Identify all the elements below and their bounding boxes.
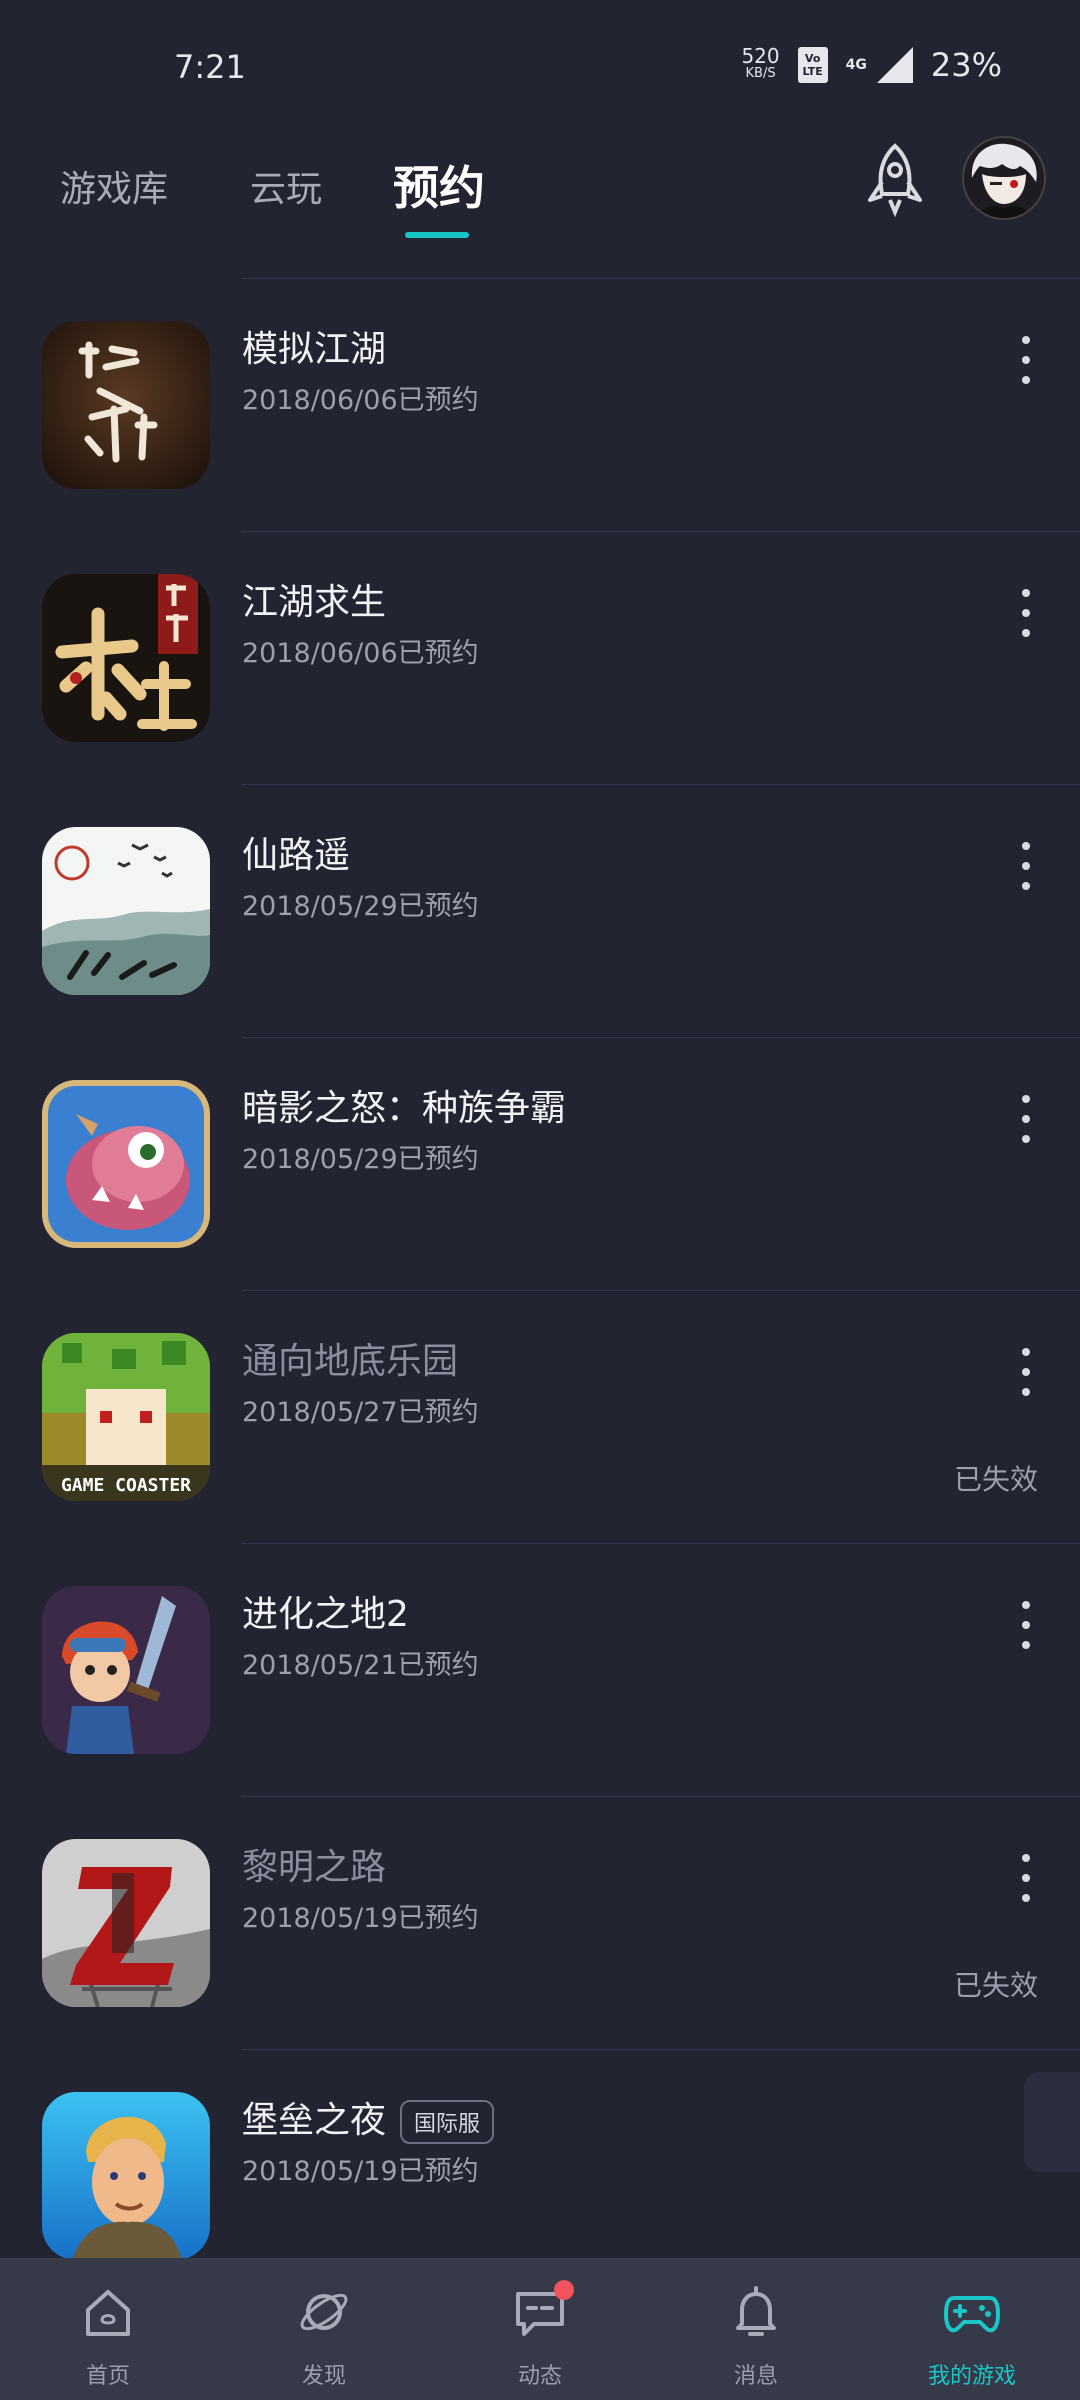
divider — [242, 1796, 1080, 1797]
nav-discover[interactable]: 发现 — [216, 2258, 432, 2400]
more-options-icon[interactable] — [1016, 1348, 1036, 1396]
bell-icon — [736, 2286, 776, 2336]
divider — [242, 2049, 1080, 2050]
battery-percentage: 23% — [930, 46, 1002, 84]
expired-label: 已失效 — [953, 1463, 1038, 1496]
status-indicators: 520 KB/S Vo LTE 4G 23% — [741, 46, 1002, 84]
gamepad-icon — [944, 2296, 1000, 2333]
list-item[interactable]: 模拟江湖 2018/06/06已预约 — [0, 278, 1080, 531]
reservation-date: 2018/05/29已预约 — [242, 891, 479, 922]
more-options-icon[interactable] — [1016, 589, 1036, 637]
game-name[interactable]: 通向地底乐园 — [242, 1332, 458, 1384]
reservation-date: 2018/05/21已预约 — [242, 1650, 479, 1681]
rocket-icon[interactable] — [862, 140, 928, 220]
home-icon — [86, 2290, 130, 2336]
list-item[interactable]: 黎明之路 2018/05/19已预约 已失效 — [0, 1796, 1080, 2049]
tab-active-indicator — [405, 232, 469, 238]
divider — [242, 1290, 1080, 1291]
game-coaster-logo-text: GAME COASTER — [61, 1475, 191, 1496]
list-item[interactable]: 江湖求生 2018/06/06已预约 — [0, 531, 1080, 784]
network-type: 4G — [845, 57, 867, 73]
network-speed-unit: KB/S — [745, 66, 776, 81]
nav-home[interactable]: 首页 — [0, 2258, 216, 2400]
nav-messages[interactable]: 消息 — [648, 2258, 864, 2400]
reservation-date: 2018/05/19已预约 — [242, 1903, 479, 1934]
game-icon[interactable]: GAME COASTER — [42, 1333, 210, 1501]
game-icon[interactable] — [42, 2092, 210, 2260]
more-options-icon[interactable] — [1016, 1854, 1036, 1902]
bottom-navigation: 首页 发现 动态 消息 我的游戏 — [0, 2258, 1080, 2400]
region-badge: 国际服 — [400, 2100, 495, 2144]
nav-label: 发现 — [301, 2364, 346, 2389]
list-item[interactable]: GAME COASTER 通向地底乐园 2018/05/27已预约 已失效 — [0, 1290, 1080, 1543]
more-options-icon[interactable] — [1016, 842, 1036, 890]
game-name[interactable]: 堡垒之夜 国际服 — [242, 2091, 495, 2144]
game-icon[interactable] — [42, 1839, 210, 2007]
nav-activity[interactable]: 动态 — [432, 2258, 648, 2400]
reservation-date: 2018/05/27已预约 — [242, 1397, 479, 1428]
network-speed: 520 KB/S — [741, 46, 779, 83]
game-icon[interactable] — [42, 827, 210, 995]
game-icon[interactable] — [42, 1586, 210, 1754]
reservation-date: 2018/05/29已预约 — [242, 1144, 479, 1175]
header-tabs: 游戏库 云玩 预约 — [0, 140, 1080, 260]
expired-label: 已失效 — [953, 1969, 1038, 2002]
divider — [242, 1543, 1080, 1544]
volte-icon: Vo LTE — [797, 47, 828, 83]
nav-my-games[interactable]: 我的游戏 — [864, 2258, 1080, 2400]
planet-icon — [300, 2293, 348, 2331]
game-name[interactable]: 暗影之怒：种族争霸 — [242, 1079, 566, 1131]
more-options-icon[interactable] — [1016, 336, 1036, 384]
divider — [242, 278, 1080, 279]
game-name[interactable]: 黎明之路 — [242, 1838, 386, 1890]
list-item[interactable]: 进化之地2 2018/05/21已预约 — [0, 1543, 1080, 1796]
game-name[interactable]: 模拟江湖 — [242, 320, 386, 372]
reservation-date: 2018/05/19已预约 — [242, 2156, 479, 2187]
signal-icon — [876, 47, 913, 83]
notification-dot — [554, 2280, 574, 2300]
nav-label: 消息 — [733, 2364, 778, 2389]
floating-download-button[interactable] — [1024, 2072, 1080, 2172]
tab-cloud-play[interactable]: 云玩 — [250, 160, 322, 212]
divider — [242, 1037, 1080, 1038]
reservation-list: 模拟江湖 2018/06/06已预约 江湖求生 2018/06/06已预约 仙路… — [0, 278, 1080, 2302]
more-options-icon[interactable] — [1016, 1095, 1036, 1143]
game-name[interactable]: 进化之地2 — [242, 1585, 409, 1637]
list-item[interactable]: 暗影之怒：种族争霸 2018/05/29已预约 — [0, 1037, 1080, 1290]
nav-label: 动态 — [517, 2364, 562, 2389]
more-options-icon[interactable] — [1016, 1601, 1036, 1649]
nav-label: 我的游戏 — [927, 2364, 1016, 2389]
tab-game-library[interactable]: 游戏库 — [60, 160, 168, 212]
list-item[interactable]: 仙路遥 2018/05/29已预约 — [0, 784, 1080, 1037]
reservation-date: 2018/06/06已预约 — [242, 385, 479, 416]
status-bar: 7:21 520 KB/S Vo LTE 4G 23% — [0, 0, 1080, 130]
status-time: 7:21 — [174, 48, 246, 86]
game-name[interactable]: 仙路遥 — [242, 826, 350, 878]
game-icon[interactable] — [42, 321, 210, 489]
reservation-date: 2018/06/06已预约 — [242, 638, 479, 669]
divider — [242, 531, 1080, 532]
divider — [242, 784, 1080, 785]
nav-label: 首页 — [85, 2364, 130, 2389]
avatar[interactable] — [962, 136, 1046, 220]
game-name[interactable]: 江湖求生 — [242, 573, 386, 625]
game-icon[interactable] — [42, 1080, 210, 1248]
game-name-text: 堡垒之夜 — [242, 2100, 387, 2141]
tab-reservations[interactable]: 预约 — [393, 152, 485, 218]
game-icon[interactable] — [42, 574, 210, 742]
